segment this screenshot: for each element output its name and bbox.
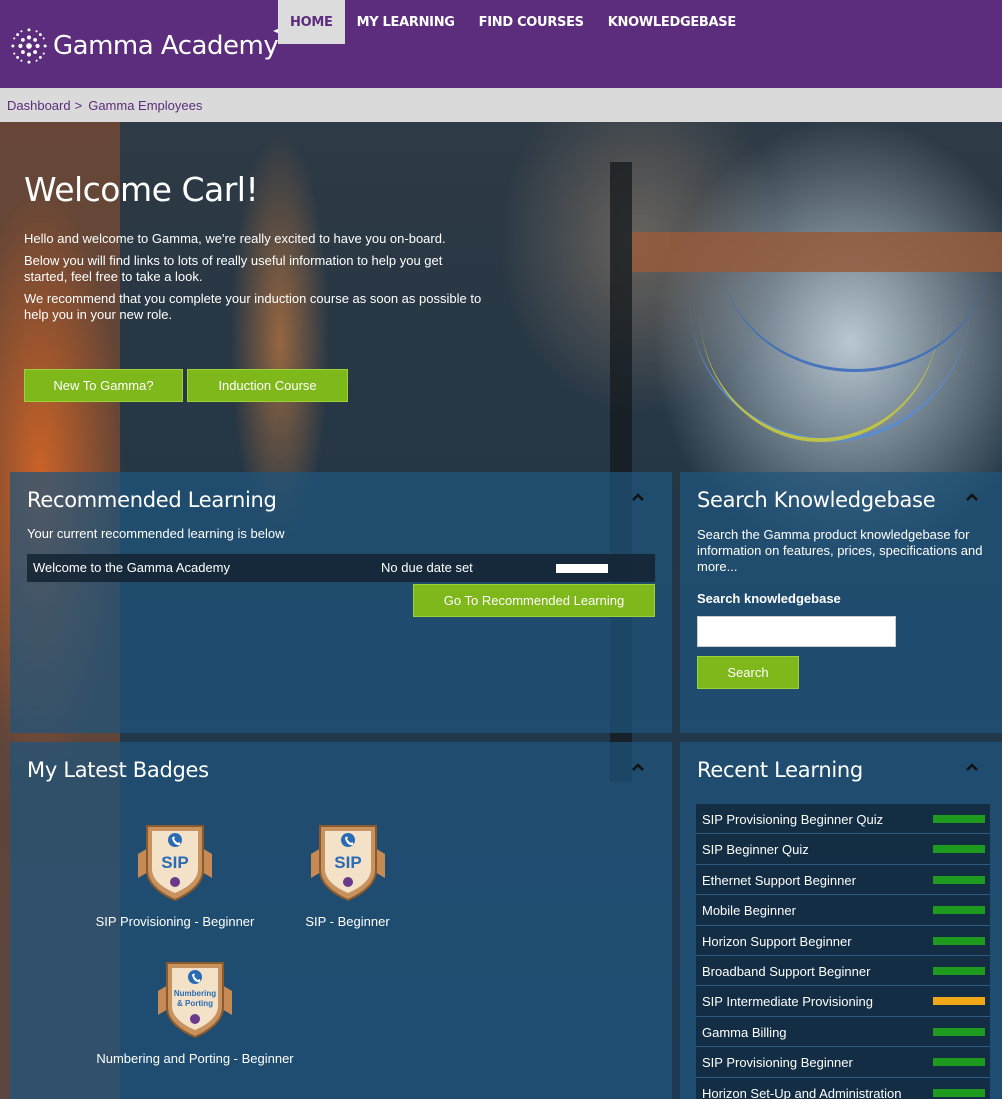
course-name: SIP Provisioning Beginner Quiz [702,812,884,827]
course-name: Horizon Support Beginner [702,933,852,949]
breadcrumb-separator: > [74,97,83,113]
course-name: SIP Provisioning Beginner [702,1055,853,1071]
chevron-up-icon[interactable] [631,762,645,772]
panel-title: My Latest Badges [27,758,209,782]
status-bar [933,815,985,823]
recent-learning-list: SIP Provisioning Beginner Quiz SIP Begin… [696,804,990,1099]
welcome-paragraph: Hello and welcome to Gamma, we're really… [24,231,446,246]
logo-wordmark: Gamma Academy [53,31,279,61]
due-date: No due date set [381,560,473,575]
chevron-up-icon[interactable] [965,762,979,772]
badge-label: SIP Provisioning - Beginner [95,914,255,929]
knowledgebase-search-input[interactable] [697,616,896,647]
status-bar [933,845,985,854]
status-bar [933,906,985,915]
welcome-section: Welcome Carl! Hello and welcome to Gamma… [24,170,484,323]
go-to-recommended-learning-button[interactable]: Go To Recommended Learning [413,584,655,617]
course-name: SIP Intermediate Provisioning [702,994,874,1010]
status-bar [933,1088,985,1097]
panel-title: Recent Learning [697,758,863,782]
course-name: SIP Beginner Quiz [702,842,809,858]
progress-bar [556,564,608,573]
nav-home[interactable]: HOME [278,0,345,44]
breadcrumb-dashboard[interactable]: Dashboard [7,98,71,113]
sip-badge-icon: SIP [138,825,212,902]
welcome-title: Welcome Carl! [24,170,259,209]
recent-learning-item[interactable]: SIP Beginner Quiz [696,834,990,865]
search-button[interactable]: Search [697,656,799,689]
nav-my-learning[interactable]: MY LEARNING [345,0,467,44]
knowledgebase-description: Search the Gamma product knowledgebase f… [697,527,983,574]
badge-label: SIP - Beginner [305,914,390,929]
recent-learning-item[interactable]: Ethernet Support Beginner [696,864,990,896]
nav-knowledgebase[interactable]: KNOWLEDGEBASE [596,0,748,44]
badge-label: Numbering and Porting - Beginner [96,1051,294,1066]
svg-text:SIP: SIP [334,853,361,872]
top-bar: Gamma Academy HOME MY LEARNING FIND COUR… [0,0,1002,88]
welcome-paragraph: Below you will find links to lots of rea… [24,253,443,284]
recent-learning-item[interactable]: SIP Provisioning Beginner Quiz [696,804,990,835]
course-name: Horizon Set-Up and Administration [702,1085,902,1099]
gamma-starburst-icon [11,28,47,64]
chevron-up-icon[interactable] [631,492,645,502]
course-name: Gamma Billing [702,1024,787,1040]
search-field-label: Search knowledgebase [697,591,841,606]
welcome-paragraph: We recommend that you complete your indu… [24,291,482,322]
breadcrumb-gamma-employees[interactable]: Gamma Employees [88,98,202,113]
svg-text:Numbering: Numbering [174,989,216,998]
main-nav: HOME MY LEARNING FIND COURSES KNOWLEDGEB… [278,0,748,44]
course-name: Ethernet Support Beginner [702,872,856,888]
recent-learning-item[interactable]: Gamma Billing [696,1016,990,1048]
recent-learning-item[interactable]: SIP Provisioning Beginner [696,1047,990,1078]
course-name: Welcome to the Gamma Academy [33,560,231,575]
course-name: Mobile Beginner [702,903,796,919]
panel-title: Recommended Learning [27,488,277,512]
badge-numbering-porting[interactable]: Numbering & Porting Numbering and Portin… [90,955,300,1066]
recent-learning-item[interactable]: Broadband Support Beginner [696,955,990,987]
gamma-academy-logo[interactable]: Gamma Academy [10,22,302,70]
status-bar [933,966,985,975]
badge-sip-provisioning[interactable]: SIP SIP Provisioning - Beginner [90,818,260,929]
status-bar [933,936,985,945]
chevron-up-icon[interactable] [965,492,979,502]
recent-learning-item[interactable]: Mobile Beginner [696,895,990,926]
nav-find-courses[interactable]: FIND COURSES [467,0,596,44]
breadcrumb: Dashboard > Gamma Employees [0,88,1002,122]
induction-course-button[interactable]: Induction Course [187,369,348,402]
numbering-porting-badge-icon: Numbering & Porting [158,962,232,1039]
svg-text:SIP: SIP [161,853,188,872]
new-to-gamma-button[interactable]: New To Gamma? [24,369,183,402]
sip-badge-icon: SIP [310,825,385,902]
status-bar [933,1058,985,1067]
recommended-row[interactable]: Welcome to the Gamma Academy No due date… [27,554,655,582]
recent-learning-item[interactable]: Horizon Set-Up and Administration [696,1077,990,1099]
recent-learning-item[interactable]: SIP Intermediate Provisioning [696,986,990,1017]
status-bar [933,1027,985,1036]
recent-learning-item[interactable]: Horizon Support Beginner [696,925,990,956]
recommended-subtitle: Your current recommended learning is bel… [27,526,285,541]
panel-title: Search Knowledgebase [697,488,936,512]
svg-text:& Porting: & Porting [177,999,213,1008]
search-knowledgebase-panel: Search Knowledgebase Search the Gamma pr… [680,472,1002,733]
status-bar [933,875,985,884]
badge-sip-beginner[interactable]: SIP SIP - Beginner [270,818,425,929]
status-bar [933,997,985,1006]
cable [720,132,990,372]
course-name: Broadband Support Beginner [702,963,871,979]
